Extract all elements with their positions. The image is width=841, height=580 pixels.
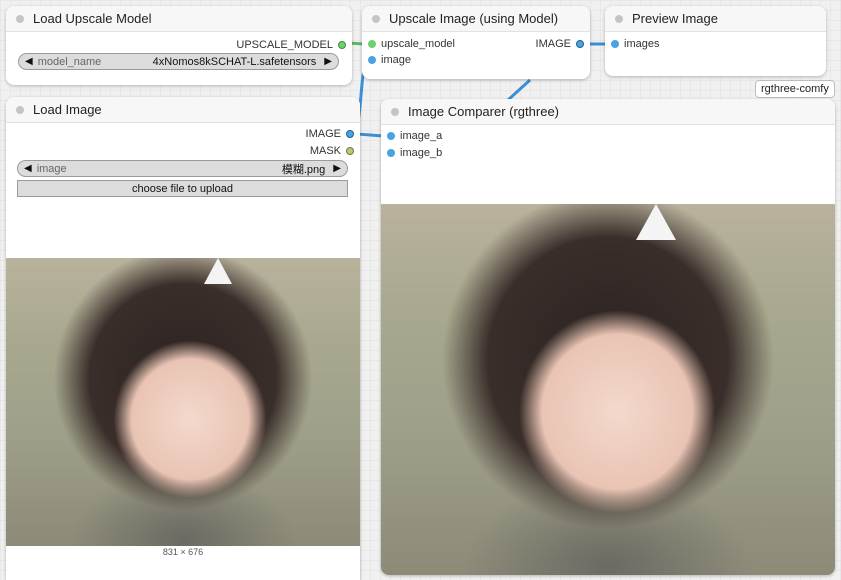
upload-button[interactable]: choose file to upload	[17, 180, 348, 197]
input-slot-icon[interactable]	[611, 40, 619, 48]
output-label: IMAGE	[535, 38, 571, 50]
arrow-right-icon[interactable]: ▶	[324, 56, 332, 67]
input-image-b[interactable]: image_b	[387, 145, 442, 161]
node-upscale-image[interactable]: Upscale Image (using Model) upscale_mode…	[362, 6, 590, 79]
input-upscale-model[interactable]: upscale_model	[368, 36, 455, 52]
link-upscale-to-comparer	[506, 78, 532, 102]
node-header[interactable]: Preview Image	[605, 6, 826, 32]
node-title: Load Image	[33, 102, 102, 117]
widget-value: 4xNomos8kSCHAT-L.safetensors	[152, 55, 317, 68]
node-title: Load Upscale Model	[33, 11, 152, 26]
node-title: Upscale Image (using Model)	[389, 11, 559, 26]
hair-ornament	[636, 204, 676, 240]
input-slot-icon[interactable]	[387, 132, 395, 140]
output-image[interactable]: IMAGE	[306, 126, 354, 142]
node-header[interactable]: Load Image	[6, 97, 360, 123]
input-label: image_a	[400, 130, 443, 142]
output-label: MASK	[309, 145, 341, 157]
input-slot-icon[interactable]	[368, 40, 376, 48]
node-header[interactable]: Load Upscale Model	[6, 6, 352, 32]
collapse-dot-icon[interactable]	[16, 105, 24, 114]
hair-ornament	[204, 258, 232, 284]
widget-label: image	[36, 162, 67, 175]
image-combo[interactable]: ◀ image 模糊.png ▶	[17, 160, 348, 177]
arrow-right-icon[interactable]: ▶	[333, 163, 341, 174]
node-title: Preview Image	[632, 11, 718, 26]
input-label: image	[381, 54, 411, 66]
arrow-left-icon[interactable]: ◀	[24, 163, 32, 174]
node-header[interactable]: Image Comparer (rgthree)	[381, 99, 835, 125]
node-title: Image Comparer (rgthree)	[408, 104, 559, 119]
model-name-combo[interactable]: ◀ model_name 4xNomos8kSCHAT-L.safetensor…	[18, 53, 339, 70]
input-slot-icon[interactable]	[387, 149, 395, 157]
collapse-dot-icon[interactable]	[391, 107, 399, 116]
output-slot-icon[interactable]	[576, 40, 584, 48]
output-slot-icon[interactable]	[346, 130, 354, 138]
input-images[interactable]: images	[611, 36, 659, 52]
image-preview	[6, 258, 360, 546]
input-slot-icon[interactable]	[368, 56, 376, 64]
collapse-dot-icon[interactable]	[615, 14, 623, 23]
output-slot-icon[interactable]	[338, 41, 346, 49]
node-load-upscale-model[interactable]: Load Upscale Model UPSCALE_MODEL ◀ model…	[6, 6, 352, 85]
arrow-left-icon[interactable]: ◀	[25, 56, 33, 67]
node-preview-image[interactable]: Preview Image images	[605, 6, 826, 76]
output-upscale-model[interactable]: UPSCALE_MODEL	[236, 37, 346, 53]
collapse-dot-icon[interactable]	[372, 14, 380, 23]
input-image-a[interactable]: image_a	[387, 128, 442, 144]
comparison-preview[interactable]	[381, 204, 835, 575]
node-header[interactable]: Upscale Image (using Model)	[362, 6, 590, 32]
node-load-image[interactable]: Load Image IMAGE MASK ◀ image 模糊.png ▶ c…	[6, 97, 360, 580]
image-dimensions: 831 × 676	[162, 547, 204, 557]
input-label: upscale_model	[381, 38, 455, 50]
output-slot-icon[interactable]	[346, 147, 354, 155]
input-label: images	[624, 38, 660, 50]
rgthree-badge: rgthree-comfy	[755, 80, 835, 98]
output-mask[interactable]: MASK	[310, 143, 354, 159]
input-image[interactable]: image	[368, 52, 411, 68]
node-image-comparer[interactable]: Image Comparer (rgthree) image_a image_b	[381, 99, 835, 575]
widget-label: model_name	[37, 55, 102, 68]
collapse-dot-icon[interactable]	[16, 14, 24, 23]
input-label: image_b	[400, 147, 443, 159]
output-label: UPSCALE_MODEL	[236, 39, 333, 51]
output-image[interactable]: IMAGE	[536, 36, 584, 52]
widget-value: 模糊.png	[281, 163, 326, 176]
output-label: IMAGE	[305, 128, 341, 140]
